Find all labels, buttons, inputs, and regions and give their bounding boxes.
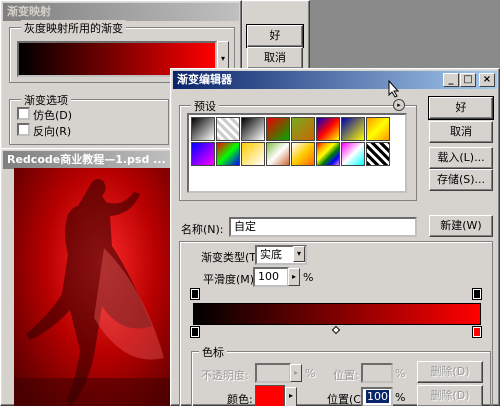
location-value: 100: [366, 390, 389, 403]
smoothness-field[interactable]: 100: [253, 267, 289, 287]
gradient-bar[interactable]: [193, 303, 481, 325]
preset-swatch[interactable]: [291, 117, 315, 141]
gradient-editor-window-buttons: _ □ ×: [443, 73, 495, 87]
new-button[interactable]: 新建(W): [429, 215, 493, 237]
color-stop-left[interactable]: [190, 326, 200, 338]
preset-swatch[interactable]: [241, 142, 265, 166]
preset-swatch[interactable]: [366, 117, 390, 141]
color-label: 颜色:: [227, 393, 253, 406]
dancer-silhouette: [14, 179, 172, 406]
presets-label: 预设: [191, 98, 219, 114]
preset-swatch[interactable]: [316, 142, 340, 166]
opacity-percent: %: [305, 367, 316, 380]
preset-swatch[interactable]: [216, 142, 240, 166]
preset-swatch[interactable]: [216, 117, 240, 141]
stop-color-arrow-icon[interactable]: ▸: [285, 387, 297, 406]
stop-color-swatch[interactable]: [255, 385, 285, 406]
preset-swatch[interactable]: [341, 117, 365, 141]
preset-swatch[interactable]: [241, 117, 265, 141]
reverse-label: 反向(R): [33, 125, 72, 138]
opacity-label: 不透明度:: [201, 369, 249, 382]
location-field-top: [361, 363, 393, 383]
location-field[interactable]: 100: [361, 387, 393, 406]
gradient-editor-ok-button[interactable]: 好: [428, 96, 494, 120]
dither-checkbox[interactable]: [17, 107, 30, 120]
preset-swatch[interactable]: [266, 142, 290, 166]
gradient-editor-titlebar[interactable]: 渐变编辑器 _ □ ×: [173, 71, 497, 89]
dancer-photo: [14, 168, 172, 406]
presets-menu-icon[interactable]: ▸: [393, 99, 405, 111]
cursor-icon: [388, 80, 400, 98]
gradient-type-dropdown-icon[interactable]: ▾: [293, 246, 305, 262]
preset-swatch[interactable]: [316, 117, 340, 141]
location-percent: %: [395, 391, 406, 404]
document-titlebar[interactable]: Redcode商业教程—1.psd ...: [3, 151, 173, 169]
opacity-arrow-icon: ▸: [290, 364, 302, 382]
preset-swatch[interactable]: [341, 142, 365, 166]
gradient-editor-dialog: 渐变编辑器 _ □ × 预设 ▸ 好 取消 载入(L)... 存储(S)... …: [170, 68, 500, 406]
opacity-stop-left[interactable]: [190, 288, 200, 300]
load-button[interactable]: 载入(L)...: [429, 147, 493, 169]
reverse-checkbox[interactable]: [17, 123, 30, 136]
close-icon[interactable]: ×: [479, 73, 495, 87]
opacity-stop-right[interactable]: [472, 288, 482, 300]
minimize-icon[interactable]: _: [443, 73, 459, 87]
location-label-top: 位置:: [333, 369, 359, 382]
smoothness-percent: %: [303, 271, 314, 284]
preset-swatch[interactable]: [291, 142, 315, 166]
gradient-map-ok-button[interactable]: 好: [246, 24, 304, 48]
name-field[interactable]: 自定: [229, 217, 417, 237]
maximize-icon[interactable]: □: [460, 73, 476, 87]
delete-button-top: 删除(D): [417, 361, 483, 383]
gradient-map-title: 渐变映射: [7, 5, 51, 18]
presets-grid: [187, 113, 407, 193]
preset-swatch[interactable]: [191, 117, 215, 141]
color-stop-right[interactable]: [472, 326, 482, 338]
gradient-type-value: 实底: [260, 248, 282, 261]
gradient-map-buttons-panel: 好 取消: [242, 0, 310, 72]
dither-label: 仿色(D): [33, 109, 73, 122]
gradient-map-group-label: 灰度映射所用的渐变: [21, 20, 126, 36]
gradient-map-titlebar[interactable]: 渐变映射: [3, 3, 239, 21]
gradient-editor-cancel-button[interactable]: 取消: [429, 121, 493, 143]
smoothness-arrow-icon[interactable]: ▸: [288, 268, 300, 286]
name-label: 名称(N):: [181, 223, 224, 236]
gradient-options-label: 渐变选项: [21, 92, 71, 108]
opacity-field: [255, 363, 291, 383]
smoothness-label: 平滑度(M):: [203, 273, 258, 286]
gradient-editor-title: 渐变编辑器: [177, 73, 232, 86]
save-button[interactable]: 存储(S)...: [429, 169, 493, 191]
gradient-map-cancel-button[interactable]: 取消: [247, 47, 303, 69]
delete-button: 删除(D): [417, 385, 483, 406]
document-title: Redcode商业教程—1.psd ...: [7, 153, 166, 166]
preset-swatch[interactable]: [191, 142, 215, 166]
stops-label: 色标: [199, 344, 227, 360]
location-percent-top: %: [395, 367, 406, 380]
preset-swatch[interactable]: [366, 142, 390, 166]
preset-swatch[interactable]: [266, 117, 290, 141]
